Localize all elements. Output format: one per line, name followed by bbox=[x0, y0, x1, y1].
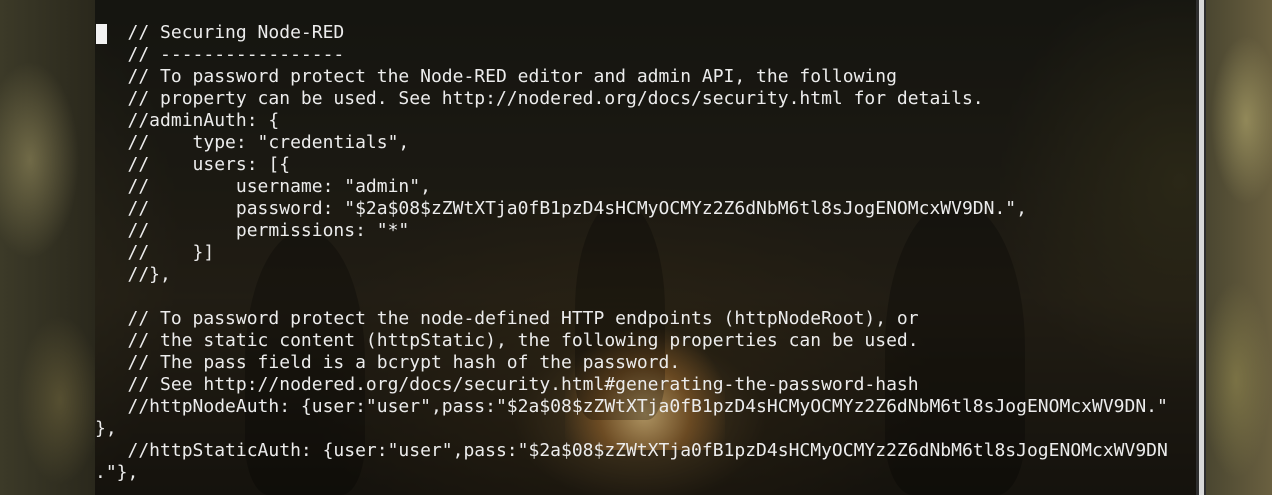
terminal-line: // To password protect the Node-RED edit… bbox=[95, 66, 897, 87]
terminal-line: //httpNodeAuth: {user:"user",pass:"$2a$0… bbox=[95, 396, 1168, 417]
terminal-line: // password: "$2a$08$zZWtXTja0fB1pzD4sHC… bbox=[95, 198, 1027, 219]
terminal-line: // username: "admin", bbox=[95, 176, 431, 197]
terminal-line: //}, bbox=[95, 264, 171, 285]
terminal-line: ."}, bbox=[95, 462, 139, 483]
terminal-line: // The pass field is a bcrypt hash of th… bbox=[95, 352, 681, 373]
desktop-wallpaper: // Securing Node-RED // ----------------… bbox=[0, 0, 1272, 495]
scrollbar-thumb[interactable] bbox=[1199, 0, 1204, 495]
terminal-line: // To password protect the node-defined … bbox=[95, 308, 919, 329]
terminal-line: // ----------------- bbox=[95, 44, 345, 65]
terminal-line: // the static content (httpStatic), the … bbox=[95, 330, 919, 351]
terminal-output[interactable]: // Securing Node-RED // ----------------… bbox=[95, 22, 1168, 484]
terminal-window[interactable]: // Securing Node-RED // ----------------… bbox=[95, 0, 1196, 495]
terminal-line: }, bbox=[95, 418, 117, 439]
wallpaper-right-edge bbox=[1206, 0, 1272, 495]
terminal-line: //httpStaticAuth: {user:"user",pass:"$2a… bbox=[95, 440, 1168, 461]
terminal-line: // Securing Node-RED bbox=[95, 22, 345, 43]
terminal-line: // permissions: "*" bbox=[95, 220, 410, 241]
terminal-line: // See http://nodered.org/docs/security.… bbox=[95, 374, 919, 395]
terminal-line: //adminAuth: { bbox=[95, 110, 280, 131]
terminal-line: // }] bbox=[95, 242, 215, 263]
wallpaper-left-edge bbox=[0, 0, 95, 495]
terminal-line: // type: "credentials", bbox=[95, 132, 410, 153]
terminal-line: // property can be used. See http://node… bbox=[95, 88, 984, 109]
terminal-line: // users: [{ bbox=[95, 154, 291, 175]
